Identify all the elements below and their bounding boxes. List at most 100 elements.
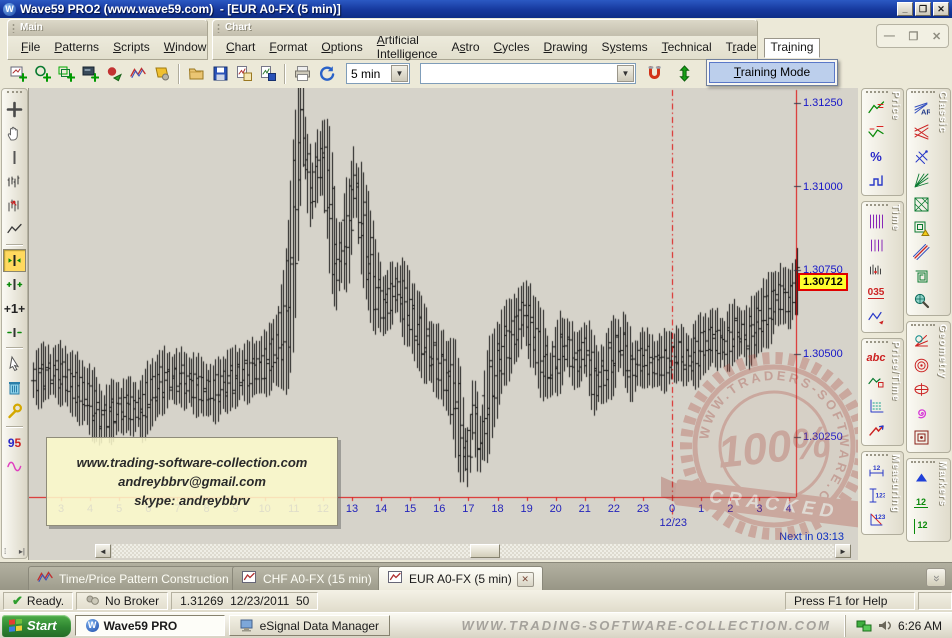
menu-patterns[interactable]: Patterns <box>47 38 106 57</box>
updown-icon[interactable] <box>672 62 696 85</box>
pan-hand-icon[interactable] <box>3 122 26 145</box>
new-script-icon[interactable] <box>78 62 102 85</box>
interval-select[interactable]: 5 min▼ <box>346 63 410 84</box>
trash-icon[interactable] <box>3 376 26 399</box>
zigzag-square-icon[interactable] <box>864 370 888 394</box>
open-folder-icon[interactable] <box>184 62 208 85</box>
step-move-icon[interactable] <box>864 168 888 192</box>
new-pattern-icon[interactable] <box>54 62 78 85</box>
menu-chart[interactable]: Chart <box>219 38 262 57</box>
volume-tray-icon[interactable] <box>878 619 892 632</box>
menu-training[interactable]: Training <box>764 38 821 58</box>
trend-up-icon[interactable] <box>864 96 888 120</box>
search-globe-icon[interactable] <box>909 288 933 312</box>
save-chart-icon[interactable] <box>256 62 280 85</box>
grid-dots-icon[interactable] <box>864 394 888 418</box>
count-underline-icon[interactable]: 12 <box>909 490 933 514</box>
time-bars-icon[interactable] <box>864 257 888 281</box>
spiral-pink-icon[interactable] <box>909 401 933 425</box>
percent-icon[interactable]: % <box>864 144 888 168</box>
collapse-bar-icon[interactable] <box>3 321 26 344</box>
chart-toolbar-caption[interactable]: Chart <box>213 20 757 36</box>
menu-trade[interactable]: Trade <box>719 38 764 57</box>
sine-wave-icon[interactable] <box>3 455 26 478</box>
tab-close-button[interactable]: ✕ <box>517 572 534 587</box>
square-spiral-icon[interactable] <box>909 264 933 288</box>
scroll-track[interactable] <box>112 544 834 558</box>
taskbar-app-esignal[interactable]: eSignal Data Manager <box>229 615 390 636</box>
menu-scripts[interactable]: Scripts <box>106 38 157 57</box>
symbol-dropdown-arrow[interactable]: ▼ <box>617 65 634 82</box>
grid-square-icon[interactable] <box>909 192 933 216</box>
expand-bars-icon[interactable] <box>3 249 26 272</box>
chart-tab-time-price-pattern-construction[interactable]: Time/Price Pattern Construction <box>28 566 238 591</box>
one-bar-icon[interactable]: +1+ <box>3 297 26 320</box>
child-close-button[interactable]: ✕ <box>932 30 941 43</box>
abc-label-icon[interactable]: abc <box>864 346 888 370</box>
strip-scroll-up[interactable]: ⁞ <box>4 547 6 556</box>
new-chart-icon[interactable] <box>6 62 30 85</box>
new-astro-icon[interactable] <box>30 62 54 85</box>
interval-dropdown-arrow[interactable]: ▼ <box>391 65 408 82</box>
zigzag-icon[interactable] <box>3 218 26 241</box>
copy-chart-icon[interactable] <box>232 62 256 85</box>
nine-five-icon[interactable]: 95 <box>3 431 26 454</box>
start-button[interactable]: Start <box>2 615 71 637</box>
wrench-icon[interactable] <box>3 400 26 423</box>
time-lines2-icon[interactable] <box>864 233 888 257</box>
refresh-icon[interactable] <box>314 62 338 85</box>
menu-technical[interactable]: Technical <box>655 38 719 57</box>
spiral-warn-icon[interactable] <box>909 216 933 240</box>
mini-bars-icon[interactable] <box>3 170 26 193</box>
print-icon[interactable] <box>290 62 314 85</box>
angles-ar-icon[interactable]: AR <box>909 96 933 120</box>
parallel-lines-icon[interactable] <box>909 240 933 264</box>
taskbar-app-wave59[interactable]: W Wave59 PRO <box>75 615 225 636</box>
count-vline-icon[interactable]: 12 <box>909 514 933 538</box>
menu-cycles[interactable]: Cycles <box>487 38 537 57</box>
chart-tab-eur-a0-fx-5-min-[interactable]: EUR A0-FX (5 min)✕ <box>378 566 543 591</box>
gann-fan-icon[interactable] <box>909 168 933 192</box>
restore-button[interactable]: ❐ <box>915 2 931 16</box>
zigzag-rb-icon[interactable] <box>864 305 888 329</box>
child-restore-button[interactable]: ❐ <box>908 30 918 43</box>
scroll-thumb[interactable] <box>470 544 500 558</box>
network-tray-icon[interactable] <box>856 619 872 633</box>
close-button[interactable]: ✕ <box>933 2 949 16</box>
scroll-left-button[interactable]: ◄ <box>95 544 111 558</box>
minimize-button[interactable]: _ <box>897 2 913 16</box>
ellipse-cross-icon[interactable] <box>909 377 933 401</box>
alert-icon[interactable] <box>150 62 174 85</box>
arrow-up-marker-icon[interactable] <box>909 466 933 490</box>
ruler-v-icon[interactable]: 123 <box>864 483 888 507</box>
chart-tab-chf-a0-fx-15-min-[interactable]: CHF A0-FX (15 min) <box>232 566 381 591</box>
ruler-h-icon[interactable]: 12 <box>864 459 888 483</box>
child-minimize-button[interactable]: — <box>884 30 895 42</box>
new-ai-icon[interactable] <box>102 62 126 85</box>
main-toolbar-caption[interactable]: Main <box>8 20 207 36</box>
save-icon[interactable] <box>208 62 232 85</box>
menu-options[interactable]: Options <box>314 38 369 57</box>
time-lines-icon[interactable] <box>864 209 888 233</box>
wave-icon[interactable] <box>126 62 150 85</box>
pointer-hand-icon[interactable] <box>3 352 26 375</box>
menu-window[interactable]: Window <box>157 38 214 57</box>
mini-bars-red-icon[interactable] <box>3 194 26 217</box>
menu-format[interactable]: Format <box>262 38 314 57</box>
insert-bar-icon[interactable] <box>3 273 26 296</box>
scroll-right-button[interactable]: ► <box>835 544 851 558</box>
magnet-icon[interactable] <box>642 62 666 85</box>
menu-drawing[interactable]: Drawing <box>537 38 595 57</box>
square-rings-icon[interactable] <box>909 425 933 449</box>
cursor-bar-icon[interactable] <box>3 146 26 169</box>
compass-fan-icon[interactable] <box>909 329 933 353</box>
cross-trend-icon[interactable] <box>909 120 933 144</box>
trend-channel-icon[interactable] <box>864 120 888 144</box>
digits-035-icon[interactable]: 035 <box>864 281 888 305</box>
strip-scroll-right[interactable]: ▸| <box>19 547 25 556</box>
crosshair-icon[interactable] <box>3 98 26 121</box>
menu-file[interactable]: File <box>14 38 47 57</box>
menu-systems[interactable]: Systems <box>595 38 655 57</box>
pitchfork-icon[interactable] <box>909 144 933 168</box>
tab-scroll-button[interactable]: » <box>926 568 946 587</box>
